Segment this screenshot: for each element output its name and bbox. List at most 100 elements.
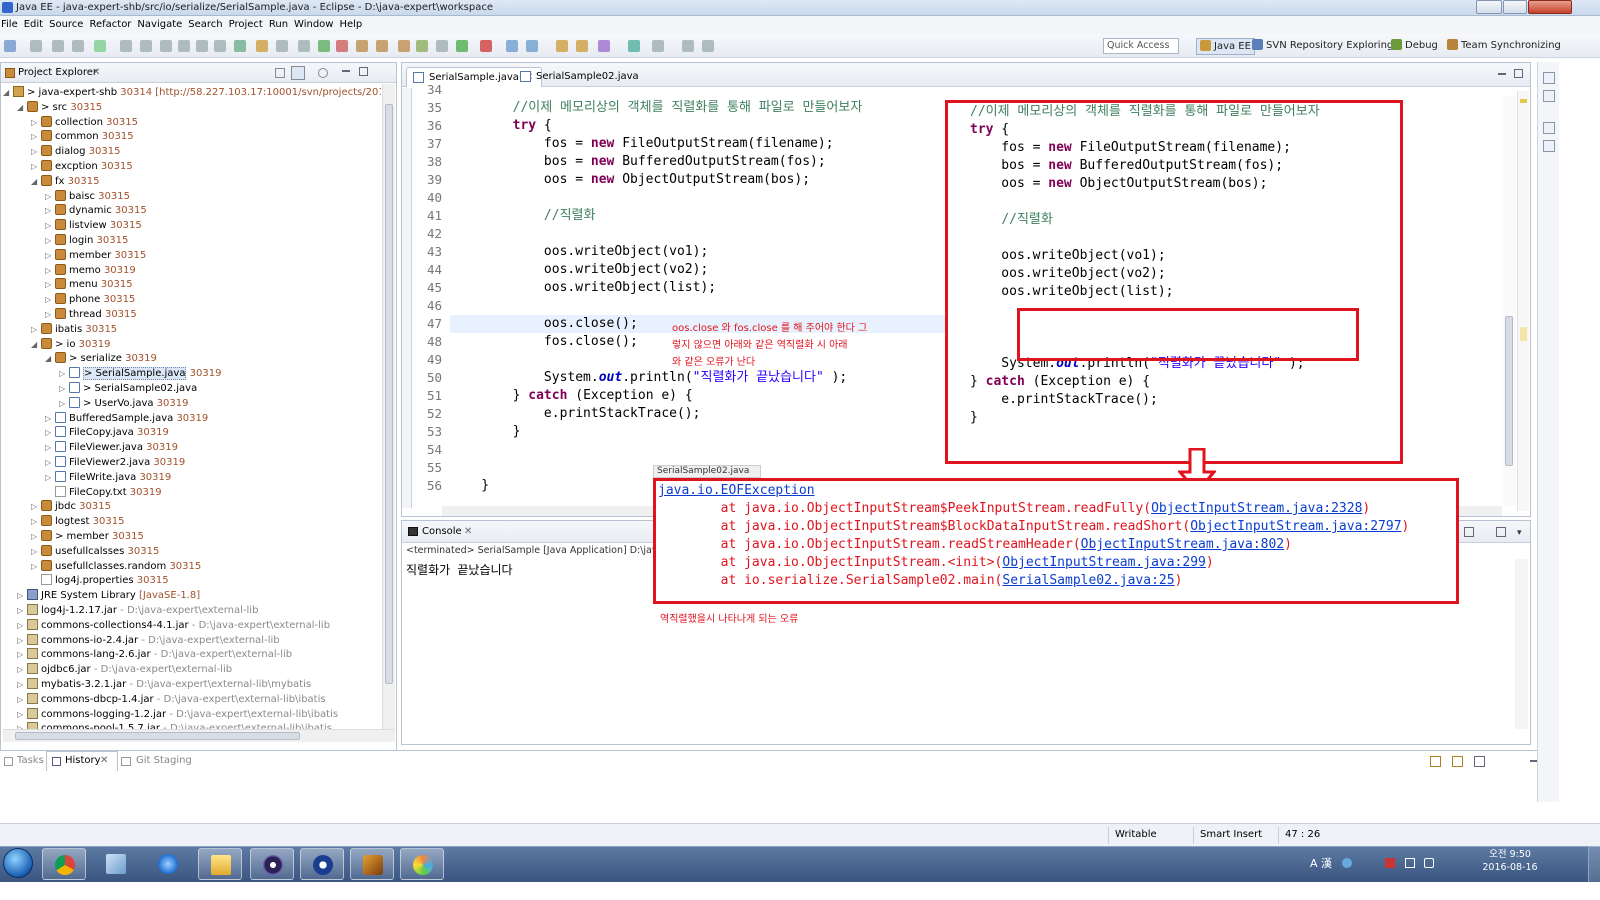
toolbar-button-icon[interactable] — [598, 40, 610, 52]
code-line[interactable]: bos = new BufferedOutputStream(fos); — [450, 153, 826, 171]
project-tree-horizontal-scrollbar[interactable] — [3, 729, 395, 742]
expand-toggle-icon[interactable]: ▷ — [31, 529, 41, 544]
display-console-icon[interactable] — [1464, 527, 1474, 537]
toolbar-button-icon[interactable] — [336, 40, 348, 52]
expand-toggle-icon[interactable]: ▷ — [45, 189, 55, 204]
expand-toggle-icon[interactable]: ▷ — [45, 203, 55, 218]
expand-toggle-icon[interactable]: ◢ — [17, 100, 27, 115]
close-tab-icon[interactable]: ✕ — [100, 751, 108, 770]
expand-toggle-icon[interactable]: ▷ — [17, 721, 27, 729]
editor-vertical-scrollbar[interactable] — [1503, 96, 1516, 506]
toolbar-button-icon[interactable] — [480, 40, 492, 52]
toolbar-button-icon[interactable] — [376, 40, 388, 52]
toolbar-button-icon[interactable] — [576, 40, 588, 52]
toolbar-button-icon[interactable] — [416, 40, 428, 52]
tree-item[interactable]: ▷ commons-collections4-4.1.jar - D:\java-… — [17, 618, 330, 633]
expand-toggle-icon[interactable]: ▷ — [45, 470, 55, 485]
tree-item[interactable]: ▷ excption 30315 — [31, 159, 133, 174]
tree-item[interactable]: ◢ > io 30319 — [31, 337, 110, 352]
code-line[interactable]: oos.writeObject(vo1); — [450, 243, 708, 261]
code-line[interactable]: //직렬화 — [450, 207, 596, 225]
expand-toggle-icon[interactable]: ◢ — [45, 351, 55, 366]
console-tab[interactable]: Console — [422, 522, 462, 542]
collapse-all-icon[interactable] — [275, 68, 285, 78]
taskbar-clock[interactable]: 오전 9:50 2016-08-16 — [1480, 848, 1540, 874]
toolbar-button-icon[interactable] — [356, 40, 368, 52]
expand-toggle-icon[interactable]: ▷ — [45, 218, 55, 233]
tree-item[interactable]: ▷ commons-pool-1.5.7.jar - D:\java-expert… — [17, 721, 332, 729]
view-menu-icon[interactable]: ▾ — [1517, 528, 1522, 538]
expand-toggle-icon[interactable]: ▷ — [17, 633, 27, 648]
expand-toggle-icon[interactable]: ▷ — [31, 499, 41, 514]
menu-run[interactable]: Run — [269, 16, 294, 32]
toolbar-button-icon[interactable] — [318, 40, 330, 52]
tree-item[interactable]: ▷ member 30315 — [45, 248, 146, 263]
perspective-java-ee[interactable]: Java EE — [1196, 38, 1255, 55]
flag-icon[interactable] — [1385, 858, 1396, 868]
tree-item[interactable]: ▷ login 30315 — [45, 233, 128, 248]
toolbar-button-icon[interactable] — [178, 40, 190, 52]
tab-history[interactable]: History — [65, 751, 101, 770]
window-title-bar[interactable]: Java EE - java-expert-shb/src/io/seriali… — [0, 0, 1600, 16]
expand-toggle-icon[interactable]: ▷ — [17, 618, 27, 633]
expand-toggle-icon[interactable]: ▷ — [45, 248, 55, 263]
tree-item[interactable]: ▷ FileViewer.java 30319 — [45, 440, 178, 455]
expand-toggle-icon[interactable]: ▷ — [31, 129, 41, 144]
menu-edit[interactable]: Edit — [24, 16, 49, 32]
ime-indicator[interactable]: A 漢 — [1310, 857, 1332, 870]
quick-access-input[interactable]: Quick Access — [1103, 38, 1179, 54]
occurrence-marker[interactable] — [1520, 327, 1527, 341]
scroll-thumb[interactable] — [1505, 316, 1513, 466]
maximize-button[interactable] — [1503, 0, 1527, 14]
tree-item[interactable]: ▷ usefullclasses.random 30315 — [31, 559, 201, 574]
menu-file[interactable]: File — [0, 16, 24, 32]
expand-toggle-icon[interactable]: ▷ — [45, 411, 55, 426]
view-menu-icon[interactable] — [318, 68, 328, 78]
tree-item[interactable]: ◢ fx 30315 — [31, 174, 99, 189]
tree-item[interactable]: ▷ logtest 30315 — [31, 514, 124, 529]
tree-item[interactable]: ▷ listview 30315 — [45, 218, 142, 233]
warning-marker[interactable] — [1520, 99, 1527, 103]
tree-item[interactable]: ▷ dynamic 30315 — [45, 203, 147, 218]
taskbar-explorer[interactable] — [198, 848, 242, 880]
volume-icon[interactable] — [1424, 858, 1435, 868]
history-link-icon[interactable] — [1430, 756, 1441, 767]
minimize-editor-icon[interactable] — [1498, 73, 1506, 75]
toolbar-button-icon[interactable] — [30, 40, 42, 52]
editor-horizontal-scrollbar[interactable] — [442, 506, 1502, 516]
tree-item[interactable]: FileCopy.txt 30319 — [45, 485, 162, 500]
expand-toggle-icon[interactable]: ▷ — [45, 263, 55, 278]
expand-toggle-icon[interactable]: ▷ — [17, 647, 27, 662]
code-line[interactable]: oos.close(); — [450, 315, 1330, 333]
tree-item[interactable]: ◢ > src 30315 — [17, 100, 102, 115]
expand-toggle-icon[interactable]: ▷ — [31, 544, 41, 559]
expand-toggle-icon[interactable]: ▷ — [59, 381, 69, 396]
link-with-editor-icon[interactable] — [291, 66, 305, 80]
code-line[interactable]: oos.writeObject(vo2); — [450, 261, 708, 279]
close-window-button[interactable] — [1528, 0, 1572, 14]
close-tab-icon[interactable]: ✕ — [92, 63, 100, 83]
perspective-team-synchronizing[interactable]: Team Synchronizing — [1447, 38, 1561, 55]
expand-toggle-icon[interactable]: ▷ — [17, 588, 27, 603]
toolbar-button-icon[interactable] — [52, 40, 64, 52]
taskbar-app-blue[interactable] — [300, 848, 344, 880]
expand-toggle-icon[interactable]: ▷ — [45, 425, 55, 440]
project-tree-vertical-scrollbar[interactable] — [382, 84, 395, 732]
hierarchy-icon[interactable] — [1543, 140, 1555, 152]
tree-item[interactable]: ◢ > serialize 30319 — [45, 351, 157, 366]
tree-item[interactable]: ▷ > SerialSample.java 30319 — [59, 366, 221, 381]
toolbar-button-icon[interactable] — [556, 40, 568, 52]
tree-item[interactable]: ▷ menu 30315 — [45, 277, 133, 292]
tab-serialsample02[interactable]: SerialSample02.java — [514, 67, 647, 87]
tree-item[interactable]: ▷ phone 30315 — [45, 292, 135, 307]
tree-item[interactable]: ▷ memo 30319 — [45, 263, 136, 278]
tree-item[interactable]: ▷ commons-dbcp-1.4.jar - D:\java-expert\e… — [17, 692, 326, 707]
code-line[interactable]: fos.close(); — [450, 333, 638, 351]
tree-item[interactable]: ▷ usefullcalsses 30315 — [31, 544, 159, 559]
expand-toggle-icon[interactable]: ▷ — [17, 603, 27, 618]
toolbar-button-icon[interactable] — [526, 40, 538, 52]
expand-toggle-icon[interactable]: ▷ — [45, 455, 55, 470]
taskbar-notepad[interactable] — [94, 848, 138, 880]
expand-toggle-icon[interactable]: ▷ — [17, 662, 27, 677]
expand-toggle-icon[interactable]: ▷ — [17, 707, 27, 722]
